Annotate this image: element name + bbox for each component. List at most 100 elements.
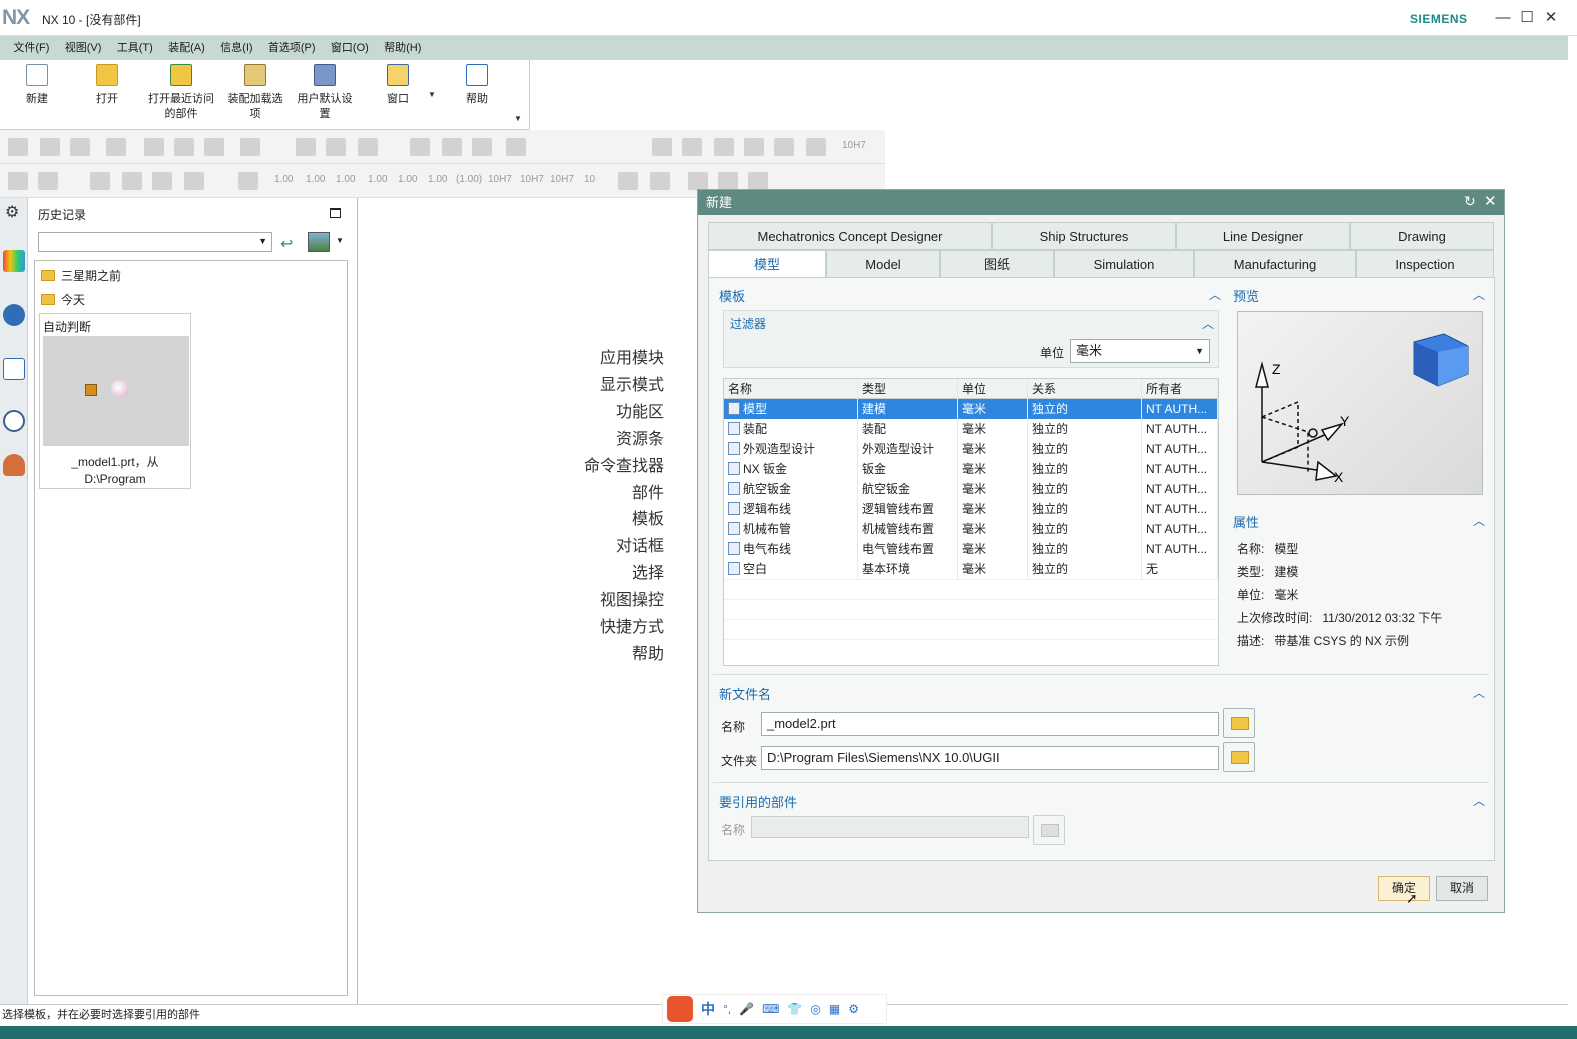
solid-icon[interactable] bbox=[204, 138, 224, 156]
role-display-mode[interactable]: 显示模式 bbox=[584, 373, 664, 400]
roles-icon[interactable] bbox=[3, 454, 25, 476]
history-filter-dropdown[interactable]: ▼ bbox=[38, 232, 272, 252]
history-clock-icon[interactable] bbox=[3, 410, 25, 432]
unit-select[interactable]: 毫米 ▼ bbox=[1070, 339, 1210, 363]
dim-label-11[interactable]: 10 bbox=[584, 174, 595, 185]
table-row[interactable]: 模型 建模 毫米 独立的 NT AUTH... bbox=[724, 399, 1218, 419]
dimension-icon[interactable] bbox=[806, 138, 826, 156]
circle-slash-icon[interactable] bbox=[688, 172, 708, 190]
dimension-edit-icon[interactable] bbox=[238, 172, 258, 190]
menu-tools[interactable]: 工具(T) bbox=[111, 38, 159, 58]
layer-settings-icon[interactable] bbox=[70, 138, 90, 156]
ok-button[interactable]: 确定 bbox=[1378, 876, 1430, 901]
dim-label-9[interactable]: 10H7 bbox=[520, 174, 544, 185]
table-row[interactable]: 航空钣金 航空钣金 毫米 独立的 NT AUTH... bbox=[724, 479, 1218, 499]
role-shortcuts[interactable]: 快捷方式 bbox=[584, 615, 664, 642]
ime-keyboard-icon[interactable]: ⌨ bbox=[762, 1002, 779, 1016]
tab-mechatronics[interactable]: Mechatronics Concept Designer bbox=[708, 222, 992, 250]
grid-icon[interactable] bbox=[714, 138, 734, 156]
col-unit[interactable]: 单位 bbox=[958, 379, 1028, 399]
table-row[interactable]: 空白 基本环境 毫米 独立的无 bbox=[724, 559, 1218, 579]
ime-punctuation-icon[interactable]: °, bbox=[723, 1002, 731, 1016]
measure-icon[interactable] bbox=[358, 138, 378, 156]
hammer-icon[interactable] bbox=[174, 138, 194, 156]
menu-assembly[interactable]: 装配(A) bbox=[162, 38, 211, 58]
dim-label-6[interactable]: 1.00 bbox=[428, 174, 447, 185]
collapse-ref-icon[interactable]: ︿ bbox=[1473, 792, 1485, 809]
surface-icon[interactable] bbox=[326, 138, 346, 156]
tab-drawing-cn[interactable]: 图纸 bbox=[940, 250, 1054, 278]
table-row[interactable]: 逻辑布线 逻辑管线布置 毫米 独立的 NT AUTH... bbox=[724, 499, 1218, 519]
role-help[interactable]: 帮助 bbox=[584, 642, 664, 669]
tab-drawing[interactable]: Drawing bbox=[1350, 222, 1494, 250]
table-row[interactable]: 外观造型设计 外观造型设计 毫米 独立的 NT AUTH... bbox=[724, 439, 1218, 459]
user-defaults-button[interactable]: 用户默认设置 bbox=[292, 64, 358, 122]
dim-label-3[interactable]: 1.00 bbox=[336, 174, 355, 185]
col-type[interactable]: 类型 bbox=[858, 379, 958, 399]
role-command-finder[interactable]: 命令查找器 bbox=[584, 454, 664, 481]
view-dropdown-icon[interactable]: ▼ bbox=[336, 236, 344, 245]
collapse-properties-icon[interactable]: ︿ bbox=[1473, 512, 1485, 529]
menu-info[interactable]: 信息(I) bbox=[214, 38, 258, 58]
browse-folder-button[interactable] bbox=[1223, 742, 1255, 772]
reset-icon[interactable]: ↻ bbox=[1464, 193, 1476, 210]
assembly-icon[interactable] bbox=[8, 172, 28, 190]
spring-icon[interactable] bbox=[442, 138, 462, 156]
feature-table-icon[interactable] bbox=[152, 172, 172, 190]
col-relation[interactable]: 关系 bbox=[1028, 379, 1142, 399]
col-owner[interactable]: 所有者 bbox=[1142, 379, 1218, 399]
tab-simulation[interactable]: Simulation bbox=[1054, 250, 1194, 278]
library-icon[interactable] bbox=[3, 250, 25, 272]
collapse-newfile-icon[interactable]: ︿ bbox=[1473, 684, 1485, 701]
table-row[interactable]: 机械布管 机械管线布置 毫米 独立的 NT AUTH... bbox=[724, 519, 1218, 539]
menu-view[interactable]: 视图(V) bbox=[59, 38, 108, 58]
ring-icon[interactable] bbox=[472, 138, 492, 156]
window-dropdown-icon[interactable]: ▼ bbox=[428, 90, 436, 99]
history-item-model1[interactable]: 自动判断 _model1.prt，从 D:\Program bbox=[39, 313, 191, 489]
filename-input[interactable]: _model2.prt bbox=[761, 712, 1219, 736]
role-ribbon[interactable]: 功能区 bbox=[584, 400, 664, 427]
tab-ship-structures[interactable]: Ship Structures bbox=[992, 222, 1176, 250]
tab-model-cn[interactable]: 模型 bbox=[708, 250, 826, 278]
dim-label-2[interactable]: 1.00 bbox=[306, 174, 325, 185]
role-selection[interactable]: 选择 bbox=[584, 561, 664, 588]
dim-label-8[interactable]: 10H7 bbox=[488, 174, 512, 185]
sogou-logo-icon[interactable] bbox=[667, 996, 693, 1022]
sketch-icon[interactable] bbox=[8, 138, 28, 156]
open-recent-button[interactable]: 打开最近访问 的部件 bbox=[144, 64, 218, 122]
role-view-control[interactable]: 视图操控 bbox=[584, 588, 664, 615]
open-button[interactable]: 打开 bbox=[84, 64, 130, 107]
feature-icon[interactable] bbox=[144, 138, 164, 156]
folder-input[interactable]: D:\Program Files\Siemens\NX 10.0\UGII bbox=[761, 746, 1219, 770]
return-arrow-icon[interactable]: ↩ bbox=[280, 234, 293, 254]
dim-label-1[interactable]: 1.00 bbox=[274, 174, 293, 185]
gears-icon[interactable] bbox=[744, 138, 764, 156]
tool-icon[interactable] bbox=[506, 138, 526, 156]
maximize-button[interactable]: ☐ bbox=[1516, 8, 1538, 28]
cylinder-icon[interactable] bbox=[410, 138, 430, 156]
assembly-load-options-button[interactable]: 装配加载选项 bbox=[222, 64, 288, 122]
window-button[interactable]: 窗口 bbox=[376, 64, 420, 107]
minimize-button[interactable]: — bbox=[1492, 8, 1514, 28]
document-icon[interactable] bbox=[3, 358, 25, 380]
role-parts[interactable]: 部件 bbox=[584, 481, 664, 508]
maximize-panel-icon[interactable] bbox=[330, 208, 341, 218]
table-row[interactable]: 电气布线 电气管线布置 毫米 独立的 NT AUTH... bbox=[724, 539, 1218, 559]
dim-label-7[interactable]: (1.00) bbox=[456, 174, 482, 185]
triangle-icon[interactable] bbox=[652, 138, 672, 156]
tolerance-label[interactable]: 10H7 bbox=[842, 140, 866, 151]
ime-apps-icon[interactable]: ▦ bbox=[829, 1002, 840, 1016]
part-icon[interactable] bbox=[122, 172, 142, 190]
menu-help[interactable]: 帮助(H) bbox=[378, 38, 427, 58]
layers-icon[interactable] bbox=[40, 138, 60, 156]
ime-skin-icon[interactable]: 👕 bbox=[787, 1002, 802, 1016]
ribbon-more-icon[interactable]: ▼ bbox=[514, 114, 522, 123]
table-row[interactable]: 装配 装配 毫米 独立的 NT AUTH... bbox=[724, 419, 1218, 439]
menu-window[interactable]: 窗口(O) bbox=[325, 38, 375, 58]
collapse-filter-icon[interactable]: ︿ bbox=[1202, 315, 1214, 332]
constraint-icon[interactable] bbox=[90, 172, 110, 190]
role-templates[interactable]: 模板 bbox=[584, 507, 664, 534]
curve-icon[interactable] bbox=[296, 138, 316, 156]
cancel-button[interactable]: 取消 bbox=[1436, 876, 1488, 901]
leader-icon[interactable] bbox=[650, 172, 670, 190]
